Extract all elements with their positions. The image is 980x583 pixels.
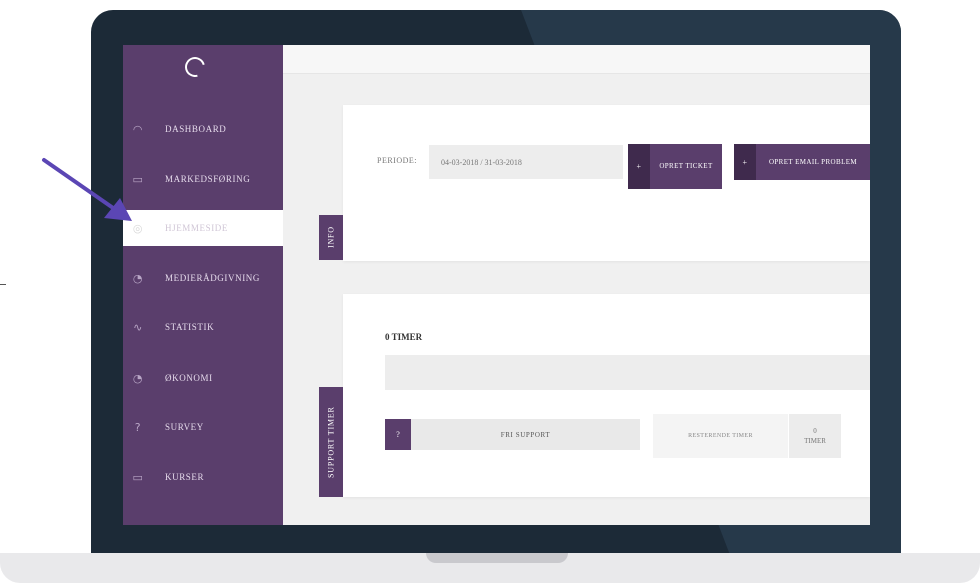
pointer-arrow-icon [42,158,132,221]
